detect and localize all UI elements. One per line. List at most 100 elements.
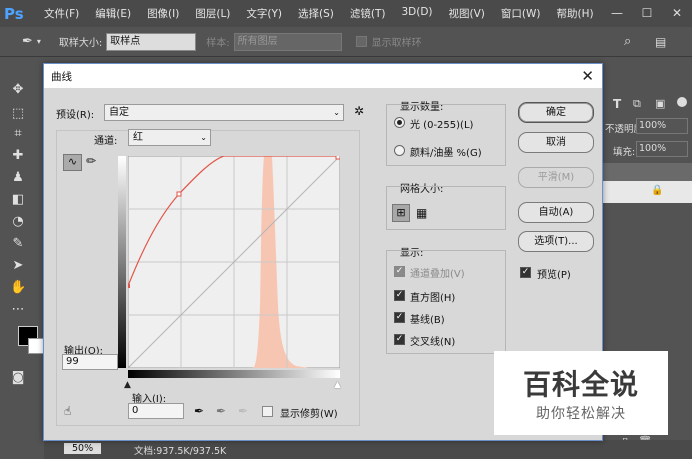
- zoom-level[interactable]: 50%: [64, 443, 102, 454]
- more-tools-icon[interactable]: ⋯: [10, 302, 26, 318]
- close-icon[interactable]: ✕: [581, 67, 594, 85]
- window-controls: — ☐ ✕: [602, 0, 692, 27]
- black-eyedropper-icon[interactable]: ✒: [194, 404, 204, 418]
- preset-options-gear-icon[interactable]: ✲: [354, 104, 364, 118]
- watermark-subtitle: 助你轻松解决: [536, 406, 626, 422]
- show-ring-checkbox[interactable]: [355, 36, 367, 47]
- grid-10x10-icon[interactable]: ▦: [416, 204, 427, 222]
- input-field[interactable]: 0: [128, 403, 184, 419]
- gray-eyedropper-icon[interactable]: ✒: [216, 404, 226, 418]
- curve-point-tool-icon[interactable]: ∿: [63, 154, 82, 171]
- eyedropper-tool-icon[interactable]: ✒: [22, 34, 33, 49]
- close-window-button[interactable]: ✕: [662, 0, 692, 27]
- show-clipping-label: 显示修剪(W): [280, 409, 338, 420]
- sample-select[interactable]: 所有图层: [233, 32, 342, 51]
- menu-item[interactable]: 编辑(E): [87, 6, 139, 21]
- input-gradient-bar: [128, 370, 340, 378]
- background-color-swatch[interactable]: [28, 338, 44, 354]
- show-ring-label: 显示取样环: [371, 38, 422, 49]
- sample-size-select[interactable]: 取样点: [106, 32, 197, 51]
- eraser-tool-icon[interactable]: ◧: [10, 192, 26, 208]
- crop-tool-icon[interactable]: ⌗: [10, 126, 26, 142]
- chevron-down-icon: ⌄: [333, 108, 340, 117]
- white-eyedropper-icon[interactable]: ✒: [238, 404, 248, 418]
- cancel-button[interactable]: 取消: [518, 132, 594, 153]
- output-gradient-bar: [118, 156, 126, 368]
- channel-select[interactable]: 红 ⌄: [128, 129, 211, 146]
- channel-overlay-label: 通道叠加(V): [410, 269, 465, 280]
- hand-tool-icon[interactable]: ✋: [10, 280, 26, 296]
- baseline-checkbox[interactable]: ✓: [394, 312, 405, 323]
- light-radio[interactable]: [394, 117, 405, 128]
- menu-item[interactable]: 滤镜(T): [342, 6, 394, 21]
- opacity-field[interactable]: 100%: [636, 118, 688, 134]
- dialog-title: 曲线: [51, 70, 72, 83]
- options-bar: ✒ ▾ 取样大小: 取样点 样本: 所有图层 显示取样环 ⌕ ▤: [0, 27, 692, 57]
- intersection-checkbox[interactable]: ✓: [394, 334, 405, 345]
- channel-label: 通道:: [94, 136, 118, 147]
- app-logo: Ps: [4, 4, 24, 23]
- menu-item[interactable]: 文件(F): [36, 6, 87, 21]
- document-size: 文档:937.5K/937.5K: [134, 446, 227, 457]
- curve-graph[interactable]: [128, 156, 340, 368]
- menu-item[interactable]: 窗口(W): [493, 6, 549, 21]
- marquee-tool-icon[interactable]: ⬚: [10, 106, 26, 122]
- intersection-label: 交叉线(N): [410, 337, 456, 348]
- layer-row-selected[interactable]: [603, 181, 692, 203]
- path-select-tool-icon[interactable]: ➤: [10, 258, 26, 274]
- output-field[interactable]: 99: [62, 354, 118, 370]
- tools-panel: ✥ ⬚ ⌗ ✚ ♟ ◧ ◔ ✎ ➤ ✋ ⋯ ◙: [0, 70, 44, 459]
- workspace-icon[interactable]: ▤: [655, 35, 666, 49]
- blur-tool-icon[interactable]: ◔: [10, 214, 26, 230]
- pigment-radio[interactable]: [394, 145, 405, 156]
- options-button[interactable]: 选项(T)...: [518, 231, 594, 252]
- show-clipping-checkbox[interactable]: [262, 406, 273, 417]
- smart-object-icon[interactable]: ▣: [655, 97, 665, 110]
- smooth-button[interactable]: 平滑(M): [518, 167, 594, 188]
- text-icon[interactable]: T: [613, 97, 621, 111]
- maximize-button[interactable]: ☐: [632, 0, 662, 27]
- channel-overlay-checkbox[interactable]: ✓: [394, 266, 405, 277]
- ok-button[interactable]: 确定: [518, 102, 594, 123]
- black-point-slider[interactable]: ▲: [124, 380, 131, 390]
- stamp-tool-icon[interactable]: ♟: [10, 170, 26, 186]
- menu-item[interactable]: 帮助(H): [549, 6, 602, 21]
- menu-item[interactable]: 选择(S): [290, 6, 342, 21]
- move-tool-icon[interactable]: ✥: [10, 82, 26, 98]
- search-icon[interactable]: ⌕: [624, 34, 631, 49]
- fill-label: 填充:: [613, 147, 636, 158]
- menu-bar: Ps 文件(F) 编辑(E) 图像(I) 图层(L) 文字(Y) 选择(S) 滤镜(T) 3D…: [0, 0, 692, 27]
- quick-mask-icon[interactable]: ◙: [10, 370, 26, 386]
- preset-select[interactable]: 自定 ⌄: [104, 104, 344, 121]
- histogram-label: 直方图(H): [410, 293, 456, 304]
- histogram-checkbox[interactable]: ✓: [394, 290, 405, 301]
- menu-item[interactable]: 3D(D): [393, 6, 440, 21]
- lock-icon: 🔒: [651, 185, 664, 196]
- menu-item[interactable]: 视图(V): [441, 6, 493, 21]
- pigment-label: 颜料/油墨 %(G): [410, 148, 482, 159]
- fill-field[interactable]: 100%: [636, 141, 688, 157]
- pen-tool-icon[interactable]: ✎: [10, 236, 26, 252]
- grid-4x4-icon[interactable]: ⊞: [392, 204, 410, 222]
- auto-button[interactable]: 自动(A): [518, 202, 594, 223]
- healing-tool-icon[interactable]: ✚: [10, 148, 26, 164]
- curve-point[interactable]: [176, 191, 182, 197]
- preview-checkbox[interactable]: ✓: [520, 267, 531, 278]
- filter-toggle-icon[interactable]: [677, 97, 687, 107]
- white-point-slider[interactable]: ▲: [334, 380, 341, 390]
- pencil-tool-icon[interactable]: ✏: [86, 154, 96, 168]
- shape-icon[interactable]: ⧉: [633, 97, 641, 111]
- menu-item[interactable]: 文字(Y): [238, 6, 290, 21]
- minimize-button[interactable]: —: [602, 0, 632, 27]
- tool-preset-chevron-icon[interactable]: ▾: [37, 37, 41, 46]
- target-adjust-icon[interactable]: ☝: [64, 404, 71, 418]
- preset-label: 预设(R):: [56, 110, 95, 121]
- menu-item[interactable]: 图层(L): [187, 6, 238, 21]
- watermark: 百科全说 助你轻松解决: [494, 351, 668, 435]
- menu-item[interactable]: 图像(I): [139, 6, 187, 21]
- light-label: 光 (0-255)(L): [410, 120, 474, 131]
- baseline-label: 基线(B): [410, 315, 445, 326]
- curve-point[interactable]: [128, 284, 130, 288]
- sample-size-label: 取样大小:: [58, 38, 103, 49]
- curve-point[interactable]: [335, 156, 340, 160]
